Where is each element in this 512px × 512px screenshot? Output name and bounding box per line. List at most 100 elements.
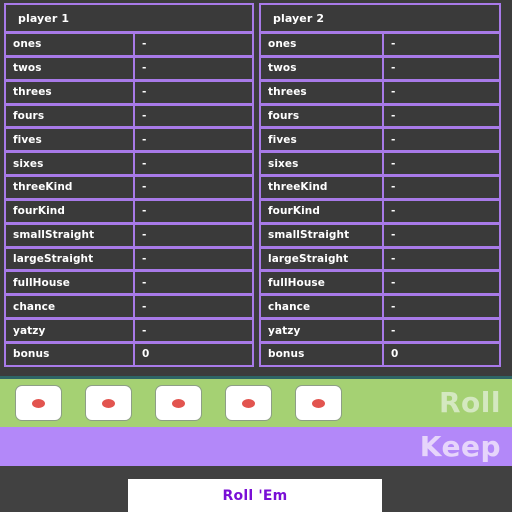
score-row[interactable]: bonus 0: [259, 341, 501, 367]
score-row-label: sixes: [6, 153, 135, 175]
score-row[interactable]: fives -: [259, 127, 501, 153]
roll-em-button[interactable]: Roll 'Em: [128, 479, 382, 512]
score-row-label: smallStraight: [6, 224, 135, 246]
score-row[interactable]: yatzy -: [259, 318, 501, 343]
score-row-label: threes: [261, 81, 384, 103]
score-row-label: fullHouse: [261, 272, 384, 294]
keep-dice-area[interactable]: Keep: [0, 427, 512, 466]
score-row-label: fours: [6, 105, 135, 127]
score-row-value[interactable]: -: [135, 296, 252, 318]
score-row[interactable]: fives -: [4, 127, 254, 153]
player-2-score-rows: ones - twos - threes - fours - fives - sixes - three…: [259, 32, 501, 367]
score-row[interactable]: sixes -: [4, 151, 254, 177]
score-row-value[interactable]: -: [135, 224, 252, 246]
score-row-value[interactable]: -: [135, 81, 252, 103]
score-row[interactable]: twos -: [259, 55, 501, 81]
die-5[interactable]: [295, 385, 342, 421]
score-row-value[interactable]: -: [384, 272, 499, 294]
score-row[interactable]: ones -: [259, 32, 501, 57]
score-row-label: threeKind: [261, 177, 384, 198]
score-row[interactable]: twos -: [4, 55, 254, 81]
bottom-action-bar: Roll 'Em: [0, 466, 512, 512]
score-row-value[interactable]: -: [384, 200, 499, 222]
score-row[interactable]: ones -: [4, 32, 254, 57]
roll-area-label: Roll: [439, 386, 501, 419]
score-row[interactable]: fullHouse -: [259, 270, 501, 296]
score-row-label: chance: [6, 296, 135, 318]
score-row[interactable]: sixes -: [259, 151, 501, 177]
score-row-value[interactable]: -: [384, 129, 499, 151]
player-1-score-rows: ones - twos - threes - fours - fives - sixes - three…: [4, 32, 254, 367]
score-row-value[interactable]: -: [135, 129, 252, 151]
score-row-value[interactable]: -: [135, 105, 252, 127]
player-2-header-row: player 2: [259, 3, 501, 33]
score-row-value[interactable]: -: [384, 177, 499, 198]
score-row[interactable]: chance -: [4, 294, 254, 320]
score-row-value[interactable]: -: [384, 296, 499, 318]
score-row-value[interactable]: -: [135, 34, 252, 55]
score-row-value[interactable]: -: [384, 105, 499, 127]
die-2[interactable]: [85, 385, 132, 421]
score-row-label: threeKind: [6, 177, 135, 198]
die-pip-icon: [312, 398, 325, 408]
score-row-value[interactable]: -: [384, 153, 499, 175]
player-2-name: player 2: [261, 5, 499, 31]
score-row-label: smallStraight: [261, 224, 384, 246]
score-row-label: yatzy: [261, 320, 384, 341]
score-row-label: bonus: [261, 343, 384, 365]
score-row[interactable]: fourKind -: [4, 198, 254, 224]
keep-area-label: Keep: [419, 429, 501, 463]
score-row-value[interactable]: -: [384, 81, 499, 103]
die-pip-icon: [242, 398, 255, 408]
score-row[interactable]: chance -: [259, 294, 501, 320]
score-row-label: bonus: [6, 343, 135, 365]
score-row-value[interactable]: -: [384, 34, 499, 55]
score-row-value[interactable]: -: [135, 200, 252, 222]
score-row-value[interactable]: -: [135, 248, 252, 270]
die-pip-icon: [32, 398, 45, 408]
score-row-value[interactable]: 0: [135, 343, 252, 365]
die-4[interactable]: [225, 385, 272, 421]
score-row-label: largeStraight: [6, 248, 135, 270]
score-row[interactable]: fourKind -: [259, 198, 501, 224]
die-3[interactable]: [155, 385, 202, 421]
score-row-value[interactable]: -: [135, 177, 252, 198]
score-row[interactable]: largeStraight -: [259, 246, 501, 272]
score-row[interactable]: fours -: [259, 103, 501, 129]
score-row[interactable]: threes -: [259, 79, 501, 105]
dice-tray: [15, 385, 342, 421]
score-row-value[interactable]: -: [384, 57, 499, 79]
score-row-label: yatzy: [6, 320, 135, 341]
player-panel-2: player 2 ones - twos - threes - fours - fives - si…: [259, 3, 501, 376]
score-row-value[interactable]: -: [384, 320, 499, 341]
score-row-value[interactable]: 0: [384, 343, 499, 365]
score-row-value[interactable]: -: [135, 320, 252, 341]
score-row[interactable]: fullHouse -: [4, 270, 254, 296]
score-row[interactable]: largeStraight -: [4, 246, 254, 272]
score-row-label: ones: [6, 34, 135, 55]
score-row-label: twos: [261, 57, 384, 79]
roll-dice-area[interactable]: Roll: [0, 379, 512, 427]
score-row-value[interactable]: -: [135, 153, 252, 175]
player-1-header-row: player 1: [4, 3, 254, 33]
score-row-value[interactable]: -: [384, 224, 499, 246]
score-row[interactable]: threes -: [4, 79, 254, 105]
score-row-label: fullHouse: [6, 272, 135, 294]
score-row[interactable]: bonus 0: [4, 341, 254, 367]
score-row[interactable]: threeKind -: [4, 175, 254, 200]
score-row-label: chance: [261, 296, 384, 318]
score-row[interactable]: fours -: [4, 103, 254, 129]
score-row-label: fives: [261, 129, 384, 151]
score-row-value[interactable]: -: [135, 272, 252, 294]
score-row[interactable]: smallStraight -: [4, 222, 254, 248]
score-row-label: fours: [261, 105, 384, 127]
score-row-value[interactable]: -: [135, 57, 252, 79]
die-1[interactable]: [15, 385, 62, 421]
score-row[interactable]: threeKind -: [259, 175, 501, 200]
score-row[interactable]: yatzy -: [4, 318, 254, 343]
score-row-label: fourKind: [6, 200, 135, 222]
score-row-label: fives: [6, 129, 135, 151]
score-row[interactable]: smallStraight -: [259, 222, 501, 248]
player-panel-1: player 1 ones - twos - threes - fours - fives - si…: [4, 3, 254, 376]
score-row-value[interactable]: -: [384, 248, 499, 270]
